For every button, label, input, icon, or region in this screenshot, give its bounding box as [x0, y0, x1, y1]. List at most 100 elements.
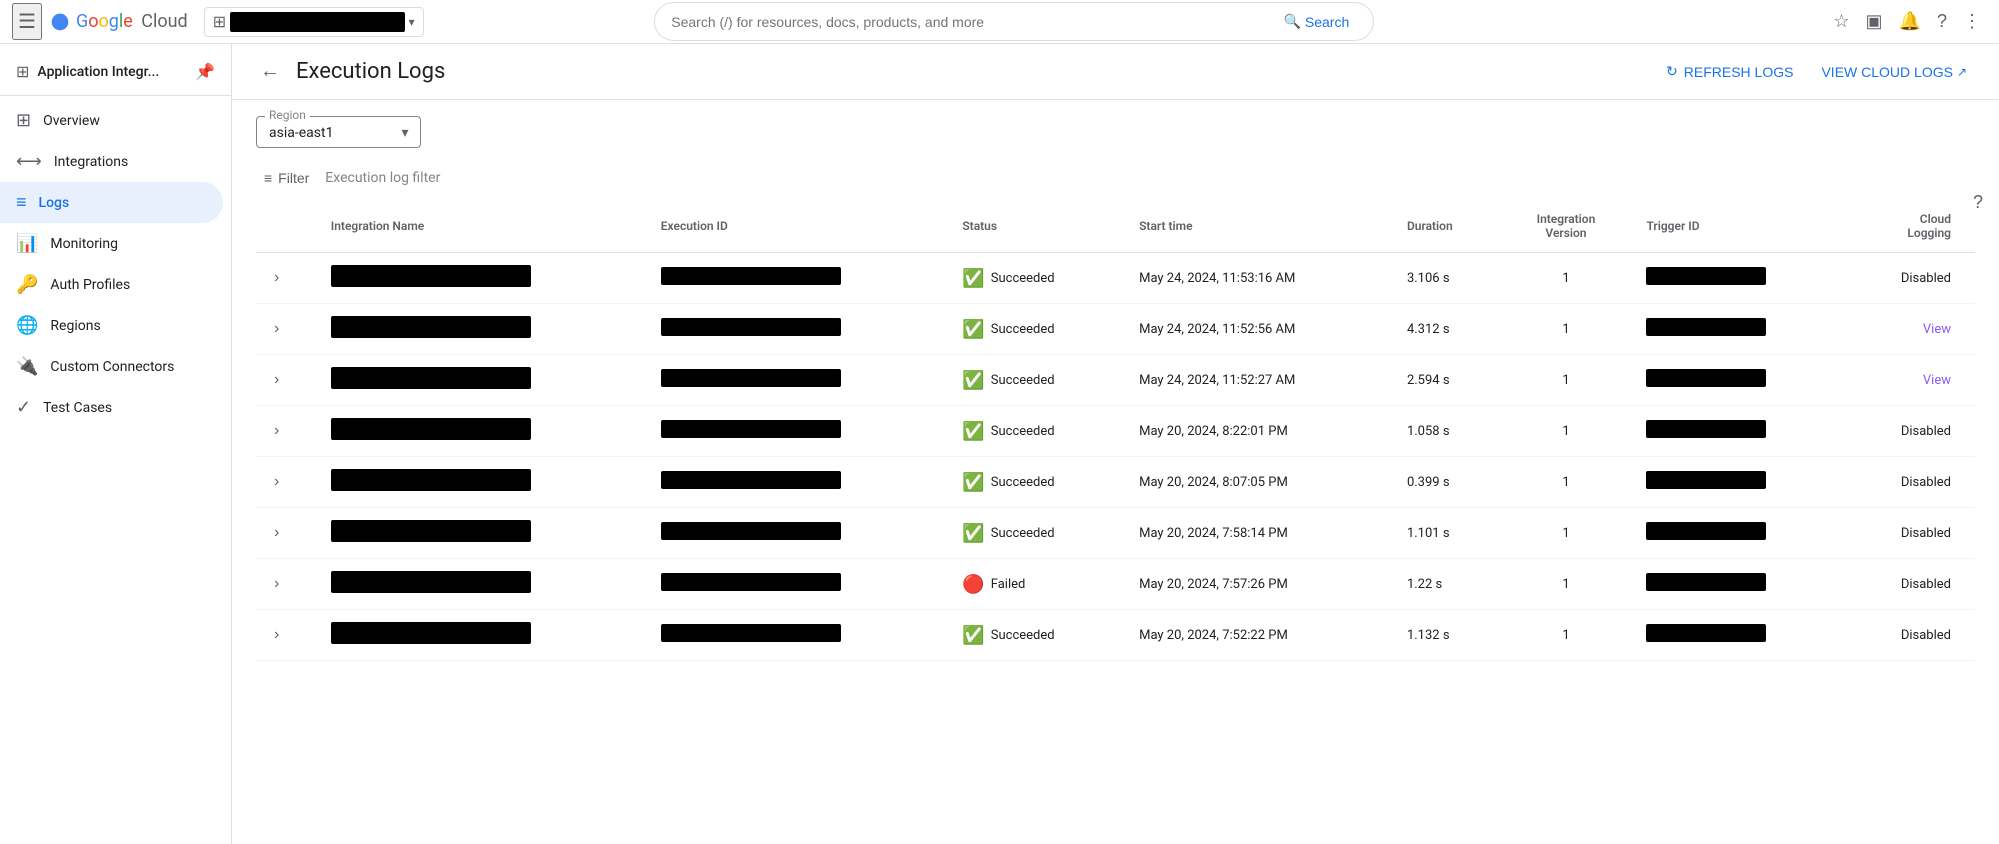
duration-cell: 1.132 s: [1391, 610, 1502, 661]
trigger-id-cell: [1630, 355, 1846, 406]
status-text: Succeeded: [991, 373, 1055, 388]
notifications-button[interactable]: 🔔: [1893, 5, 1927, 38]
sidebar-label-overview: Overview: [43, 113, 100, 129]
duration-cell: 1.101 s: [1391, 508, 1502, 559]
success-icon: ✅: [962, 625, 984, 646]
success-icon: ✅: [962, 319, 984, 340]
execution-logs-table: Integration Name Execution ID Status Sta…: [256, 200, 1975, 661]
status-cell: ✅ Succeeded: [946, 457, 1123, 508]
col-cloud-logging: CloudLogging: [1847, 200, 1975, 253]
view-cloud-logging-link[interactable]: View: [1923, 322, 1951, 337]
star-button[interactable]: ☆: [1827, 5, 1855, 38]
cloud-logging-cell: View: [1847, 304, 1975, 355]
expand-row-button[interactable]: ›: [272, 522, 281, 544]
integration-name-redacted: [331, 622, 531, 644]
filter-label: Filter: [278, 170, 309, 186]
sidebar: ⊞ Application Integr... 📌 ⊞ Overview ⟷ I…: [0, 44, 232, 844]
terminal-button[interactable]: ▣: [1860, 5, 1889, 38]
expand-cell: ›: [256, 304, 315, 355]
pin-icon[interactable]: 📌: [195, 62, 215, 81]
filter-placeholder: Execution log filter: [325, 170, 440, 186]
sidebar-app-title: Application Integr...: [37, 64, 159, 80]
integration-name-redacted: [331, 316, 531, 338]
success-icon: ✅: [962, 268, 984, 289]
region-value: asia-east1: [269, 125, 333, 141]
execution-id-cell: [645, 457, 947, 508]
execution-id-cell: [645, 610, 947, 661]
status-text: Succeeded: [991, 271, 1055, 286]
sidebar-item-regions[interactable]: 🌐 Regions: [0, 305, 223, 346]
refresh-logs-label: REFRESH LOGS: [1684, 64, 1794, 80]
trigger-id-redacted: [1646, 624, 1766, 642]
table-row[interactable]: › ✅ Succeeded May 20, 2024, 8:07:05 PM 0…: [256, 457, 1975, 508]
sidebar-item-integrations[interactable]: ⟷ Integrations: [0, 141, 223, 182]
project-selector[interactable]: ⊞ ▾: [204, 7, 424, 37]
execution-id-redacted: [661, 318, 841, 336]
view-cloud-logging-link[interactable]: View: [1923, 373, 1951, 388]
sidebar-item-monitoring[interactable]: 📊 Monitoring: [0, 223, 223, 264]
sidebar-label-auth-profiles: Auth Profiles: [50, 277, 130, 293]
integration-name-cell: [315, 457, 645, 508]
trigger-id-cell: [1630, 508, 1846, 559]
table-row[interactable]: › ✅ Succeeded May 24, 2024, 11:53:16 AM …: [256, 253, 1975, 304]
view-cloud-logs-button[interactable]: VIEW CLOUD LOGS ↗: [1813, 58, 1975, 86]
sidebar-divider: [0, 95, 231, 96]
sidebar-label-monitoring: Monitoring: [50, 236, 118, 252]
trigger-id-cell: [1630, 610, 1846, 661]
expand-row-button[interactable]: ›: [272, 369, 281, 391]
back-button[interactable]: ←: [256, 56, 284, 87]
help-button[interactable]: ?: [1931, 5, 1953, 38]
project-name: [230, 12, 405, 32]
execution-id-cell: [645, 355, 947, 406]
integrations-icon: ⟷: [16, 151, 42, 172]
cloud-logging-cell: Disabled: [1847, 559, 1975, 610]
cloud-logging-status: Disabled: [1901, 628, 1951, 643]
status-cell: ✅ Succeeded: [946, 406, 1123, 457]
sidebar-item-custom-connectors[interactable]: 🔌 Custom Connectors: [0, 346, 223, 387]
project-dropdown-arrow: ▾: [409, 15, 415, 29]
logs-icon: ≡: [16, 192, 27, 213]
expand-row-button[interactable]: ›: [272, 267, 281, 289]
filter-button[interactable]: ≡ Filter: [256, 164, 317, 192]
status-cell: 🔴 Failed: [946, 559, 1123, 610]
execution-id-redacted: [661, 573, 841, 591]
search-input[interactable]: [671, 14, 1267, 30]
execution-id-redacted: [661, 471, 841, 489]
expand-row-button[interactable]: ›: [272, 624, 281, 646]
integration-name-redacted: [331, 571, 531, 593]
refresh-logs-button[interactable]: ↻ REFRESH LOGS: [1658, 57, 1801, 86]
expand-row-button[interactable]: ›: [272, 420, 281, 442]
integration-name-cell: [315, 559, 645, 610]
expand-cell: ›: [256, 508, 315, 559]
expand-row-button[interactable]: ›: [272, 471, 281, 493]
help-floating-button[interactable]: ?: [1973, 192, 1983, 213]
region-select-wrapper[interactable]: Region asia-east1 ▾: [256, 116, 421, 148]
expand-row-button[interactable]: ›: [272, 318, 281, 340]
sidebar-item-test-cases[interactable]: ✓ Test Cases: [0, 387, 223, 428]
table-row[interactable]: › ✅ Succeeded May 20, 2024, 8:22:01 PM 1…: [256, 406, 1975, 457]
sidebar-label-regions: Regions: [50, 318, 100, 334]
regions-icon: 🌐: [16, 315, 38, 336]
filter-icon: ≡: [264, 170, 272, 186]
sidebar-item-overview[interactable]: ⊞ Overview: [0, 100, 223, 141]
hamburger-menu-button[interactable]: ☰: [12, 3, 42, 40]
table-row[interactable]: › ✅ Succeeded May 24, 2024, 11:52:56 AM …: [256, 304, 1975, 355]
trigger-id-cell: [1630, 559, 1846, 610]
search-bar[interactable]: 🔍 Search: [654, 2, 1374, 41]
sidebar-item-logs[interactable]: ≡ Logs: [0, 182, 223, 223]
region-select[interactable]: asia-east1 ▾: [269, 125, 408, 141]
more-options-button[interactable]: ⋮: [1957, 5, 1987, 38]
start-time-cell: May 24, 2024, 11:53:16 AM: [1123, 253, 1391, 304]
sidebar-item-auth-profiles[interactable]: 🔑 Auth Profiles: [0, 264, 223, 305]
table-row[interactable]: › 🔴 Failed May 20, 2024, 7:57:26 PM 1.22…: [256, 559, 1975, 610]
integration-name-redacted: [331, 469, 531, 491]
table-row[interactable]: › ✅ Succeeded May 20, 2024, 7:52:22 PM 1…: [256, 610, 1975, 661]
table-row[interactable]: › ✅ Succeeded May 24, 2024, 11:52:27 AM …: [256, 355, 1975, 406]
expand-cell: ›: [256, 253, 315, 304]
search-button[interactable]: 🔍 Search: [1275, 9, 1357, 34]
overview-icon: ⊞: [16, 110, 31, 131]
expand-row-button[interactable]: ›: [272, 573, 281, 595]
start-time-cell: May 20, 2024, 7:57:26 PM: [1123, 559, 1391, 610]
integration-name-cell: [315, 508, 645, 559]
table-row[interactable]: › ✅ Succeeded May 20, 2024, 7:58:14 PM 1…: [256, 508, 1975, 559]
